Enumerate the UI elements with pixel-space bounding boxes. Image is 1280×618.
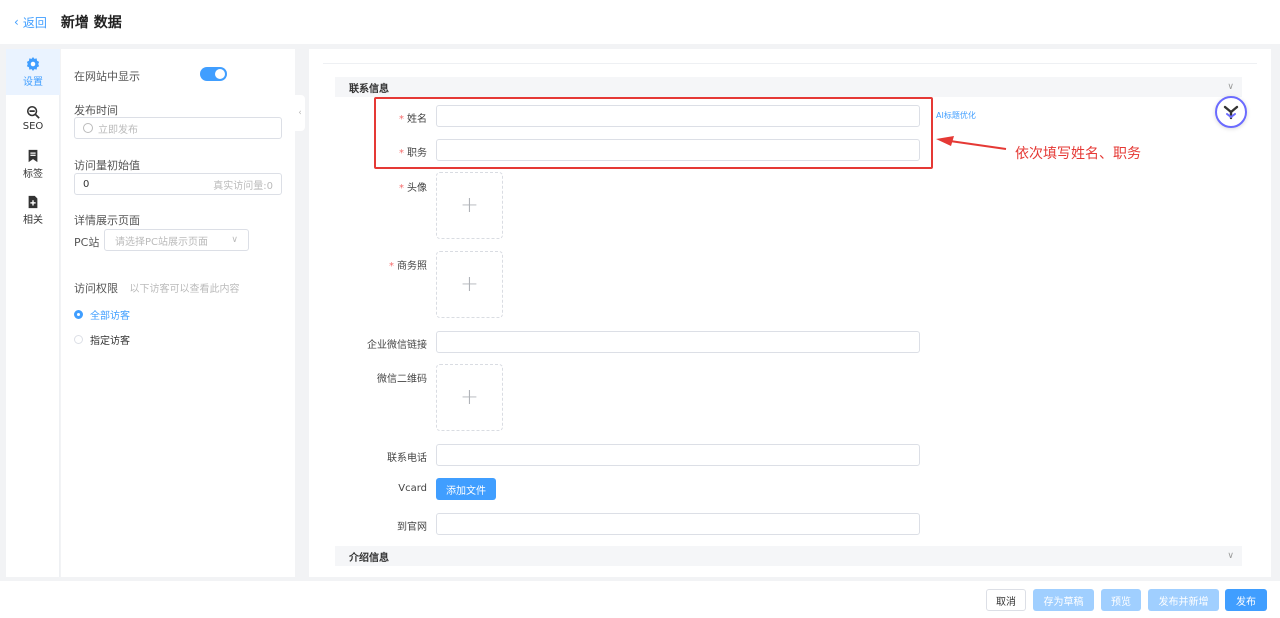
preview-button[interactable]: 预览 bbox=[1101, 589, 1141, 611]
chevron-left-icon: ‹ bbox=[298, 108, 302, 118]
chevron-down-icon: ∨ bbox=[1227, 82, 1234, 92]
radio-dot bbox=[74, 335, 83, 344]
section-contact-title: 联系信息 bbox=[349, 83, 389, 95]
clock-icon bbox=[83, 123, 93, 133]
main-form: 联系信息 ∨ * 姓名 AI标题优化 * 职务 * 头像 + * 商务照 + 企业微信链… bbox=[309, 49, 1271, 577]
publish-time-label: 发布时间 bbox=[74, 104, 118, 117]
add-document-icon bbox=[28, 195, 38, 208]
rail-item-seo[interactable]: SEO bbox=[6, 95, 60, 141]
cancel-button[interactable]: 取消 bbox=[986, 589, 1026, 611]
chevron-down-icon: ∨ bbox=[231, 235, 238, 245]
bottom-action-bar: 取消 存为草稿 预览 发布并新增 发布 bbox=[0, 581, 1280, 618]
gear-icon bbox=[26, 56, 40, 71]
radio-specific-visitors-label: 指定访客 bbox=[90, 336, 130, 347]
publish-and-new-button[interactable]: 发布并新增 bbox=[1148, 589, 1219, 611]
avatar-label: * 头像 bbox=[399, 183, 427, 194]
access-row: 访问权限 以下访客可以查看此内容 bbox=[74, 280, 240, 296]
wechat-link-label: 企业微信链接 bbox=[367, 340, 427, 351]
rail-item-related[interactable]: 相关 bbox=[6, 187, 60, 233]
visits-label: 访问量初始值 bbox=[74, 159, 140, 172]
rail-label-related: 相关 bbox=[23, 214, 43, 226]
name-label: * 姓名 bbox=[399, 114, 427, 125]
visits-input[interactable]: 0 真实访问量:0 bbox=[74, 173, 282, 195]
rail-label-seo: SEO bbox=[22, 120, 44, 132]
publish-time-input[interactable]: 立即发布 bbox=[74, 117, 282, 139]
title-label: * 职务 bbox=[399, 148, 427, 159]
rail-label-tags: 标签 bbox=[23, 168, 43, 180]
wechat-qr-label: 微信二维码 bbox=[377, 374, 427, 385]
section-contact-header[interactable]: 联系信息 ∨ bbox=[335, 77, 1242, 97]
show-on-site-label: 在网站中显示 bbox=[74, 70, 140, 83]
back-label: 返回 bbox=[22, 15, 47, 30]
publish-button[interactable]: 发布 bbox=[1225, 589, 1267, 611]
bookmark-icon bbox=[28, 149, 38, 162]
chevron-left-icon: ‹ bbox=[14, 15, 19, 29]
plus-icon: + bbox=[460, 271, 479, 297]
visits-suffix: 真实访问量:0 bbox=[213, 180, 273, 192]
pc-site-label: PC站 bbox=[74, 236, 100, 249]
rail-label-settings: 设置 bbox=[23, 76, 43, 88]
section-intro-title: 介绍信息 bbox=[349, 552, 389, 564]
settings-panel: 在网站中显示 发布时间 立即发布 访问量初始值 0 真实访问量:0 详情展示页面… bbox=[61, 49, 295, 577]
vcard-label: Vcard bbox=[398, 483, 427, 494]
seo-icon bbox=[26, 105, 40, 119]
back-link[interactable]: ‹ 返回 bbox=[14, 14, 47, 31]
radio-dot bbox=[74, 310, 83, 319]
chevron-down-icon: ∨ bbox=[1227, 551, 1234, 561]
wechat-qr-upload[interactable]: + bbox=[436, 364, 503, 431]
radio-specific-visitors[interactable]: 指定访客 bbox=[74, 332, 130, 347]
page-title: 新增 数据 bbox=[60, 15, 122, 31]
annotation-arrow-icon bbox=[936, 136, 1007, 150]
phone-input[interactable] bbox=[436, 444, 920, 466]
rail-item-tags[interactable]: 标签 bbox=[6, 141, 60, 187]
avatar-upload[interactable]: + bbox=[436, 172, 503, 239]
ai-assistant-icon[interactable] bbox=[1215, 96, 1247, 128]
wechat-link-input[interactable] bbox=[436, 331, 920, 353]
publish-time-placeholder: 立即发布 bbox=[98, 124, 138, 136]
radio-all-visitors-label: 全部访客 bbox=[90, 311, 130, 322]
plus-icon: + bbox=[460, 384, 479, 410]
name-input[interactable] bbox=[436, 105, 920, 127]
add-file-button[interactable]: 添加文件 bbox=[436, 478, 496, 500]
annotation-text: 依次填写姓名、职务 bbox=[1015, 146, 1141, 162]
show-on-site-toggle[interactable] bbox=[200, 67, 227, 81]
collapse-panel-button[interactable]: ‹ bbox=[295, 95, 305, 131]
business-photo-upload[interactable]: + bbox=[436, 251, 503, 318]
icon-rail: 设置 SEO 标签 相关 bbox=[6, 49, 60, 577]
rail-item-settings[interactable]: 设置 bbox=[6, 49, 60, 95]
website-input[interactable] bbox=[436, 513, 920, 535]
ai-title-optimize-link[interactable]: AI标题优化 bbox=[936, 110, 976, 121]
pc-page-select[interactable]: 请选择PC站展示页面 ∨ bbox=[104, 229, 249, 251]
ai-logo-icon bbox=[1223, 105, 1239, 120]
business-photo-label: * 商务照 bbox=[389, 261, 427, 272]
divider bbox=[323, 63, 1257, 64]
access-hint: 以下访客可以查看此内容 bbox=[129, 284, 240, 295]
visits-value: 0 bbox=[83, 178, 90, 190]
top-bar: ‹ 返回 新增 数据 bbox=[0, 0, 1280, 44]
pc-page-placeholder: 请选择PC站展示页面 bbox=[115, 236, 209, 248]
detail-page-label: 详情展示页面 bbox=[74, 214, 140, 227]
radio-all-visitors[interactable]: 全部访客 bbox=[74, 307, 130, 322]
title-input[interactable] bbox=[436, 139, 920, 161]
website-label: 到官网 bbox=[397, 522, 427, 533]
save-draft-button[interactable]: 存为草稿 bbox=[1033, 589, 1094, 611]
plus-icon: + bbox=[460, 192, 479, 218]
phone-label: 联系电话 bbox=[387, 453, 427, 464]
section-intro-header[interactable]: 介绍信息 ∨ bbox=[335, 546, 1242, 566]
access-label: 访问权限 bbox=[74, 282, 118, 295]
